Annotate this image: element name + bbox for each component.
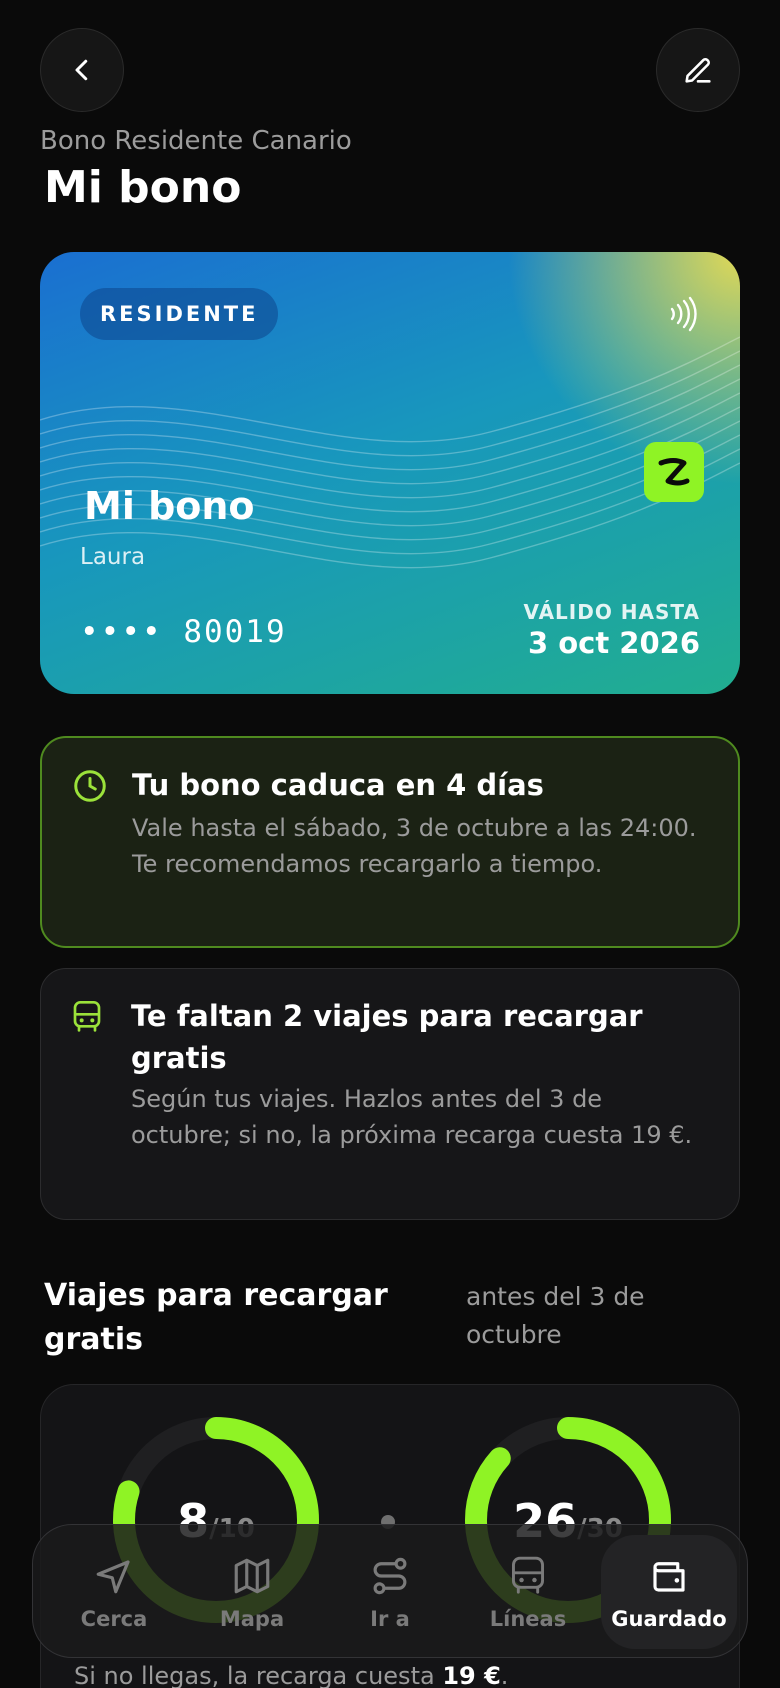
trips-alert-body: Según tus viajes. Hazlos antes del 3 de …: [131, 1085, 693, 1149]
page-title: Mi bono: [44, 162, 242, 213]
expiry-alert-title: Tu bono caduca en 4 días: [132, 768, 544, 802]
pencil-icon: [685, 58, 711, 83]
page-subtitle: Bono Residente Canario: [40, 126, 352, 156]
tab-label: Líneas: [489, 1607, 567, 1631]
card-name: Mi bono: [84, 484, 255, 528]
recharge-cost-note: Si no llegas, la recarga cuesta 19 €.: [74, 1662, 508, 1688]
bus-icon: [463, 1555, 593, 1601]
card-type-badge: RESIDENTE: [80, 288, 279, 340]
contactless-icon: [668, 296, 698, 336]
progress-section-note: antes del 3 de octubre: [466, 1282, 645, 1349]
trips-alert-title: Te faltan 2 viajes para recargar gratis: [131, 999, 643, 1075]
card-owner: Laura: [80, 544, 146, 570]
trips-alert[interactable]: Te faltan 2 viajes para recargar gratis …: [40, 968, 740, 1220]
edit-button[interactable]: [656, 28, 740, 112]
note-price: 19 €: [442, 1662, 501, 1688]
route-icon: [325, 1555, 455, 1601]
tab-label: Guardado: [611, 1607, 727, 1631]
note-suffix: .: [500, 1662, 509, 1688]
card-valid-label: VÁLIDO HASTA: [523, 600, 700, 624]
map-icon: [187, 1555, 317, 1601]
guaguas-logo-icon: [644, 442, 704, 502]
card-number: •••• 80019: [80, 614, 287, 650]
tab-lineas[interactable]: Líneas: [463, 1535, 593, 1649]
tab-guardado[interactable]: Guardado: [601, 1535, 737, 1649]
tab-cerca[interactable]: Cerca: [49, 1535, 179, 1649]
tab-label: Cerca: [80, 1607, 148, 1631]
clock-icon: [72, 768, 108, 808]
bus-icon: [71, 999, 103, 1039]
expiry-alert[interactable]: Tu bono caduca en 4 días Vale hasta el s…: [40, 736, 740, 948]
progress-section-title: Viajes para recargar gratis: [44, 1278, 388, 1357]
screen: Bono Residente Canario Mi bono RESIDENTE: [0, 0, 780, 1688]
expiry-alert-body: Vale hasta el sábado, 3 de octubre a las…: [132, 814, 697, 878]
tab-bar: Cerca Mapa Ir a Líneas Guardado: [32, 1524, 748, 1658]
pass-card[interactable]: RESIDENTE Mi bono Laura •••• 80019 VÁLID…: [40, 252, 740, 694]
tab-label: Mapa: [219, 1607, 285, 1631]
tab-label: Ir a: [370, 1607, 410, 1631]
wallet-icon: [601, 1555, 737, 1601]
tab-mapa[interactable]: Mapa: [187, 1535, 317, 1649]
card-valid-date: 3 oct 2026: [527, 626, 700, 660]
tab-ir-a[interactable]: Ir a: [325, 1535, 455, 1649]
chevron-left-icon: [75, 59, 88, 81]
back-button[interactable]: [40, 28, 124, 112]
note-prefix: Si no llegas, la recarga cuesta: [74, 1662, 443, 1688]
navigation-arrow-icon: [49, 1555, 179, 1601]
